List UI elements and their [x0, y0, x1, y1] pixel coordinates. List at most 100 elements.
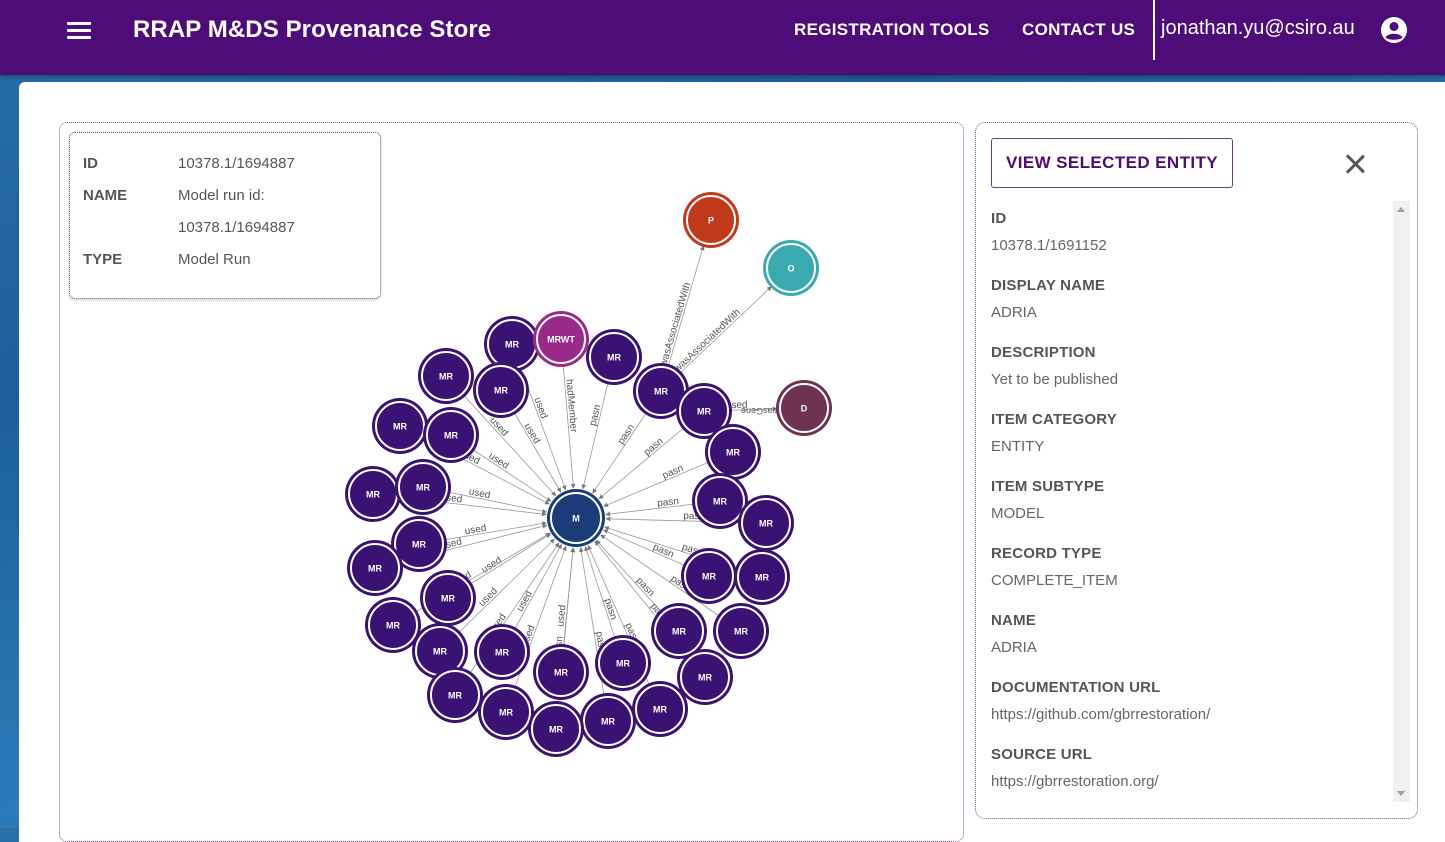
property-label: ITEM SUBTYPE: [991, 478, 1105, 495]
node-label: MR: [444, 431, 458, 441]
model-run-node[interactable]: MR: [533, 644, 589, 700]
scrollbar[interactable]: [1393, 201, 1410, 802]
node-label: MR: [368, 564, 382, 574]
model-run-node[interactable]: MR: [681, 548, 737, 604]
node-label: MR: [702, 572, 716, 582]
edge-label: pasn: [616, 422, 637, 446]
edge-label: pasn: [634, 575, 657, 598]
close-icon[interactable]: [1342, 151, 1368, 177]
view-selected-entity-button[interactable]: VIEW SELECTED ENTITY: [991, 138, 1233, 188]
model-run-node[interactable]: MR: [345, 466, 401, 522]
edge-label: pasn: [588, 403, 604, 427]
model-run-node[interactable]: MR: [677, 649, 733, 705]
edge-label: used: [486, 451, 510, 472]
organisation-node[interactable]: O: [763, 240, 819, 296]
info-value: Model Run: [178, 251, 251, 268]
model-run-node[interactable]: MR: [586, 329, 642, 385]
info-value: 10378.1/1694887: [178, 155, 295, 172]
model-center-node[interactable]: M: [547, 489, 605, 547]
model-run-node[interactable]: MR: [423, 407, 479, 463]
menu-icon[interactable]: [66, 18, 92, 44]
property-value: ADRIA: [991, 304, 1037, 321]
edge-label: used: [522, 422, 542, 446]
node-label: MR: [441, 594, 455, 604]
node-label: MR: [554, 668, 568, 678]
node-label: MR: [439, 372, 453, 382]
model-run-node[interactable]: MR: [632, 681, 688, 737]
model-run-node[interactable]: MR: [528, 701, 584, 757]
node-label: MR: [713, 497, 727, 507]
model-run-node[interactable]: MR: [365, 597, 421, 653]
nav-divider: [1153, 0, 1155, 60]
node-label: D: [801, 404, 808, 414]
person-node[interactable]: P: [683, 192, 739, 248]
info-label: ID: [83, 155, 98, 172]
edge-label: used: [487, 415, 510, 438]
model-run-node[interactable]: MR: [427, 667, 483, 723]
property-label: DESCRIPTION: [991, 344, 1096, 361]
property-value: https://gbrrestoration.org/: [991, 773, 1159, 790]
property-label: DOCUMENTATION URL: [991, 679, 1161, 696]
node-label: MR: [386, 621, 400, 631]
node-label: MR: [393, 422, 407, 432]
model-run-node[interactable]: MR: [474, 624, 530, 680]
model-run-node[interactable]: MR: [713, 603, 769, 659]
model-run-node[interactable]: MR: [580, 693, 636, 749]
edge-label: used: [464, 523, 487, 537]
info-label: NAME: [83, 187, 128, 204]
scroll-up-icon[interactable]: [1397, 207, 1405, 212]
node-label: MR: [616, 659, 630, 669]
property-item: DESCRIPTION Yet to be published: [991, 344, 1381, 411]
property-value: Yet to be published: [991, 371, 1119, 388]
info-value: 10378.1/1694887: [178, 219, 295, 236]
model-run-node[interactable]: MR: [395, 459, 451, 515]
model-run-node[interactable]: MR: [420, 570, 476, 626]
edge-label: used: [468, 486, 491, 501]
node-label: MR: [672, 627, 686, 637]
nav-contact-us[interactable]: CONTACT US: [1022, 20, 1135, 40]
account-circle-icon[interactable]: [1380, 16, 1408, 44]
node-label: MR: [607, 353, 621, 363]
info-label: TYPE: [83, 251, 123, 268]
property-item: DOCUMENTATION URL https://github.com/gbrr…: [991, 679, 1381, 746]
node-label: MR: [653, 705, 667, 715]
node-label: MR: [755, 573, 769, 583]
property-item: DISPLAY NAME ADRIA: [991, 277, 1381, 344]
node-label: M: [572, 514, 580, 524]
edge-label: pasn: [651, 542, 675, 561]
property-label: RECORD TYPE: [991, 545, 1102, 562]
scroll-down-icon[interactable]: [1397, 791, 1405, 796]
node-label: MR: [654, 387, 668, 397]
property-item: ITEM CATEGORY ENTITY: [991, 411, 1381, 478]
model-run-node[interactable]: MR: [738, 495, 794, 551]
model-run-node[interactable]: MR: [478, 684, 534, 740]
model-run-node[interactable]: MR: [418, 348, 474, 404]
edge-label: pasn: [661, 463, 685, 482]
model-run-node[interactable]: MR: [705, 424, 761, 480]
model-run-node[interactable]: MR: [372, 398, 428, 454]
edge-label: pasn: [657, 496, 680, 509]
edge-label: pasn: [642, 436, 666, 458]
property-label: SOURCE URL: [991, 746, 1093, 763]
model-run-node[interactable]: MR: [347, 540, 403, 596]
edge-label: used: [531, 396, 549, 420]
property-label: DISPLAY NAME: [991, 277, 1106, 294]
dataset-node[interactable]: D: [776, 380, 832, 436]
property-item: SOURCE URL https://gbrrestoration.org/: [991, 746, 1381, 813]
entity-properties: ID 10378.1/1691152 DISPLAY NAME ADRIA DESC…: [991, 210, 1381, 813]
model-run-workflow-node[interactable]: MRWT: [533, 311, 589, 367]
node-label: MR: [759, 519, 773, 529]
info-value: Model run id:: [178, 187, 265, 204]
node-label: MR: [505, 340, 519, 350]
node-label: MR: [416, 483, 430, 493]
edge-label: wasGene: [741, 406, 780, 416]
node-label: MR: [698, 673, 712, 683]
model-run-node[interactable]: MR: [595, 635, 651, 691]
node-label: MR: [697, 407, 711, 417]
app-title: RRAP M&DS Provenance Store: [133, 16, 492, 43]
model-run-node[interactable]: MR: [473, 362, 529, 418]
property-value: ENTITY: [991, 438, 1045, 455]
nav-registration-tools[interactable]: REGISTRATION TOOLS: [794, 20, 990, 40]
model-run-node[interactable]: MR: [734, 549, 790, 605]
property-item: ITEM SUBTYPE MODEL: [991, 478, 1381, 545]
